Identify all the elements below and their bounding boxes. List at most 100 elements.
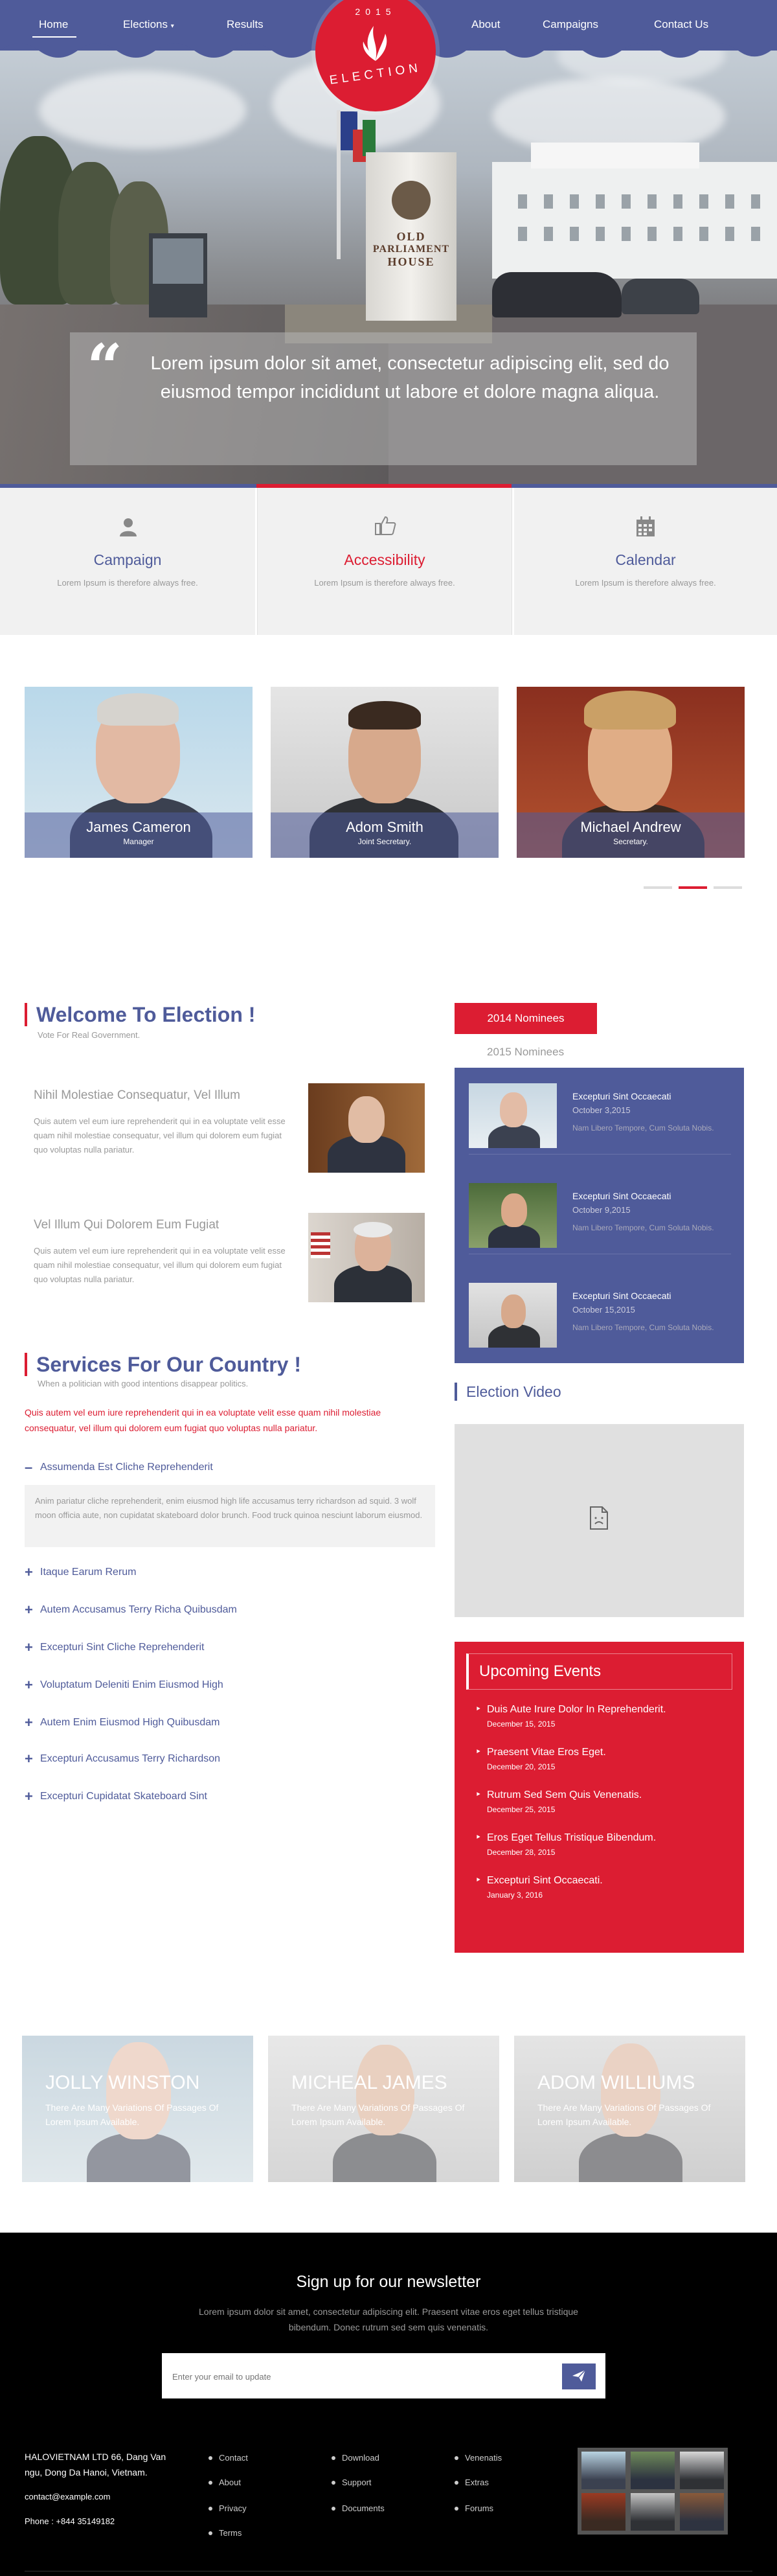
feature-campaign[interactable]: Campaign Lorem Ipsum is therefore always… (0, 488, 255, 635)
nominee-item[interactable]: Excepturi Sint Occaecati October 15,2015… (469, 1276, 731, 1354)
event-title: Eros Eget Tellus Tristique Bibendum. (487, 1832, 657, 1843)
team-member-card[interactable]: James Cameron Manager (25, 687, 253, 858)
event-title: Excepturi Sint Occaecati. (487, 1875, 603, 1886)
address-line: HALOVIETNAM LTD 66, Dang Van (25, 2452, 166, 2462)
newsletter-text: Lorem ipsum dolor sit amet, consectetur … (199, 2306, 578, 2332)
post-photo[interactable] (308, 1213, 425, 1302)
event-item[interactable]: Rutrum Sed Sem Quis Venenatis. December 2… (475, 1788, 642, 1814)
feature-calendar[interactable]: Calendar Lorem Ipsum is therefore always… (514, 488, 777, 635)
nominee-title: Excepturi Sint Occaecati (572, 1291, 671, 1301)
candidate-card[interactable]: MICHEAL JAMES There Are Many Variations … (268, 2036, 499, 2182)
file-placeholder-icon (590, 1506, 608, 1530)
nominee-item[interactable]: Excepturi Sint Occaecati October 9,2015 … (469, 1177, 731, 1254)
tab-2014-nominees[interactable]: 2014 Nominees (455, 1003, 597, 1034)
accordion-item[interactable]: + Excepturi Cupidatat Skateboard Sint (25, 1788, 207, 1805)
nominee-text: Nam Libero Tempore, Cum Soluta Nobis. (572, 1123, 714, 1133)
footer-link[interactable]: Venenatis (454, 2453, 502, 2463)
plus-icon: + (25, 1677, 33, 1693)
feature-text: Lorem Ipsum is therefore always free. (314, 578, 455, 588)
footer: Sign up for our newsletter Lorem ipsum d… (0, 2233, 777, 2576)
team-name: Adom Smith (346, 819, 423, 835)
address-line: ngu, Dong Da Hanoi, Vietnam. (25, 2467, 148, 2478)
event-item[interactable]: Duis Aute Irure Dolor In Reprehenderit. D… (475, 1703, 666, 1729)
nav-campaigns[interactable]: Campaigns (543, 18, 598, 31)
footer-link[interactable]: Support (332, 2478, 372, 2487)
accordion-item-open[interactable]: – Assumenda Est Cliche Reprehenderit (25, 1459, 213, 1476)
team-member-card[interactable]: Adom Smith Joint Secretary. (271, 687, 499, 858)
accordion-item[interactable]: + Voluptatum Deleniti Enim Eiusmod High (25, 1677, 223, 1694)
event-item[interactable]: Eros Eget Tellus Tristique Bibendum. Dece… (475, 1831, 657, 1857)
post-title[interactable]: Nihil Molestiae Consequatur, Vel Illum (34, 1088, 240, 1103)
event-item[interactable]: Excepturi Sint Occaecati. January 3, 2016 (475, 1874, 603, 1900)
team-caption: Adom Smith Joint Secretary. (271, 812, 499, 858)
gallery-thumb[interactable] (631, 2452, 675, 2489)
nominee-title: Excepturi Sint Occaecati (572, 1191, 671, 1201)
footer-link[interactable]: Extras (455, 2478, 489, 2487)
accordion-item[interactable]: + Itaque Earum Rerum (25, 1564, 137, 1581)
quote-icon: “ (87, 330, 123, 404)
upcoming-events: Upcoming Events Duis Aute Irure Dolor In… (455, 1642, 744, 1953)
logo-text: ELECTION (328, 61, 423, 87)
nav-home[interactable]: Home (32, 18, 76, 38)
footer-link[interactable]: Privacy (208, 2503, 247, 2513)
nav-home-label: Home (39, 18, 69, 30)
candidate-card[interactable]: ADOM WILLIUMS There Are Many Variations … (514, 2036, 745, 2182)
nominee-text: Nam Libero Tempore, Cum Soluta Nobis. (572, 1323, 714, 1332)
post-text: Quis autem vel eum iure reprehenderit qu… (34, 1116, 286, 1155)
carousel-dot-active[interactable] (679, 886, 707, 889)
team-caption: Michael Andrew Secretary. (517, 812, 745, 858)
newsletter-submit-button[interactable] (562, 2363, 596, 2389)
footer-address: HALOVIETNAM LTD 66, Dang Van ngu, Dong Da… (25, 2449, 166, 2480)
event-item[interactable]: Praesent Vitae Eros Eget. December 20, 20… (475, 1745, 606, 1771)
newsletter-email-input[interactable] (172, 2367, 509, 2386)
event-title: Duis Aute Irure Dolor In Reprehenderit. (487, 1704, 666, 1715)
carousel-dot[interactable] (644, 886, 672, 889)
gallery-thumb[interactable] (581, 2452, 625, 2489)
footer-link[interactable]: About (208, 2478, 241, 2487)
accordion-item[interactable]: + Excepturi Accusamus Terry Richardson (25, 1751, 220, 1767)
nav-contact[interactable]: Contact Us (654, 18, 708, 31)
gallery-thumb[interactable] (581, 2493, 625, 2531)
feature-title: Calendar (615, 551, 676, 568)
accordion-item[interactable]: + Autem Accusamus Terry Richa Quibusdam (25, 1602, 237, 1618)
nav-results[interactable]: Results (227, 18, 264, 31)
nav-elections[interactable]: Elections ▾ (123, 18, 174, 31)
post-title[interactable]: Vel Illum Qui Dolorem Eum Fugiat (34, 1218, 219, 1232)
welcome-subtitle: Vote For Real Government. (38, 1030, 141, 1040)
footer-link[interactable]: Download (332, 2453, 379, 2463)
footer-link[interactable]: Forums (454, 2503, 493, 2513)
tab-2015-nominees[interactable]: 2015 Nominees (455, 1041, 597, 1064)
footer-link[interactable]: Documents (332, 2503, 385, 2513)
nav-about[interactable]: About (471, 18, 500, 31)
hero-quote-text: Lorem ipsum dolor sit amet, consectetur … (150, 353, 670, 402)
footer-email[interactable]: contact@example.com (25, 2489, 110, 2505)
event-title: Praesent Vitae Eros Eget. (487, 1747, 606, 1758)
plus-icon: + (25, 1602, 33, 1618)
feature-accessibility[interactable]: Accessibility Lorem Ipsum is therefore a… (257, 488, 512, 635)
nominee-date: October 9,2015 (572, 1205, 631, 1215)
user-icon (120, 518, 137, 536)
candidate-card[interactable]: JOLLY WINSTON There Are Many Variations … (22, 2036, 253, 2182)
team-member-card[interactable]: Michael Andrew Secretary. (517, 687, 745, 858)
nominee-item[interactable]: Excepturi Sint Occaecati October 3,2015 … (469, 1077, 731, 1155)
post-photo[interactable] (308, 1083, 425, 1173)
gallery-thumb[interactable] (680, 2452, 724, 2489)
team-role: Secretary. (613, 837, 648, 846)
footer-link[interactable]: Terms (208, 2528, 242, 2538)
accordion-label: Assumenda Est Cliche Reprehenderit (40, 1462, 213, 1473)
footer-phone: Phone : +844 35149182 (25, 2516, 115, 2526)
event-date: December 28, 2015 (487, 1848, 556, 1857)
video-title: Election Video (455, 1383, 561, 1401)
event-date: January 3, 2016 (487, 1891, 543, 1900)
feature-text: Lorem Ipsum is therefore always free. (57, 578, 198, 588)
video-player[interactable] (455, 1424, 744, 1617)
sign-line: OLD (396, 230, 426, 243)
carousel-dot[interactable] (714, 886, 742, 889)
gallery-thumb[interactable] (631, 2493, 675, 2531)
event-date: December 15, 2015 (487, 1719, 556, 1729)
gallery-thumb[interactable] (680, 2493, 724, 2531)
accordion-item[interactable]: + Excepturi Sint Cliche Reprehenderit (25, 1639, 204, 1656)
footer-link[interactable]: Contact (208, 2453, 248, 2463)
accordion-item[interactable]: + Autem Enim Eiusmod High Quibusdam (25, 1714, 220, 1731)
services-subtitle: When a politician with good intentions d… (38, 1379, 249, 1388)
